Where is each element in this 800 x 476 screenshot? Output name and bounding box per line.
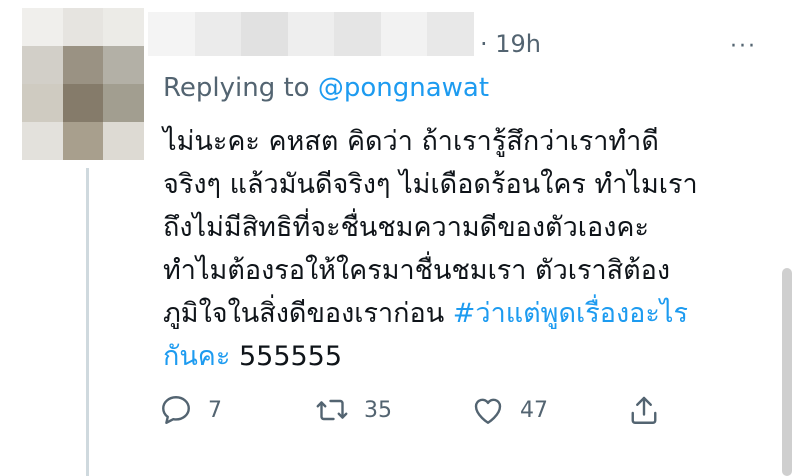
thread-connector-line xyxy=(86,168,89,476)
replying-to-prefix: Replying to xyxy=(163,73,318,103)
hashtag-link[interactable]: #ว่าแต่พูดเรื่องอะไร xyxy=(453,298,688,329)
like-button[interactable]: 47 xyxy=(470,390,548,430)
tweet-text-segment: ภูมิใจในสิ่งดีของเราก่อน xyxy=(163,298,453,329)
like-count: 47 xyxy=(520,397,548,423)
tweet-text-segment: 555555 xyxy=(230,341,343,372)
tweet-text-line: ภูมิใจในสิ่งดีของเราก่อน #ว่าแต่พูดเรื่อ… xyxy=(163,292,763,335)
avatar-blurred[interactable] xyxy=(22,8,144,160)
share-upload-icon xyxy=(631,396,657,424)
tweet-text-line: ทำไมต้องรอให้ใครมาชื่นชมเรา ตัวเราสิต้อง xyxy=(163,255,671,286)
more-options-icon[interactable]: ··· xyxy=(730,34,757,59)
tweet-text: ไม่นะคะ คหสต คิดว่า ถ้าเรารู้สึกว่าเราทำ… xyxy=(163,120,763,378)
hashtag-link-continued[interactable]: กันคะ xyxy=(163,341,230,372)
retweet-icon xyxy=(316,399,348,421)
heart-icon xyxy=(474,398,502,424)
share-button[interactable] xyxy=(626,390,662,430)
tweet-timestamp[interactable]: · 19h xyxy=(480,30,541,58)
retweet-button[interactable]: 35 xyxy=(314,390,392,430)
reply-bubble-icon xyxy=(162,396,190,424)
retweet-count: 35 xyxy=(364,397,392,423)
tweet-text-line: ไม่นะคะ คหสต คิดว่า ถ้าเรารู้สึกว่าเราทำ… xyxy=(163,126,659,157)
tweet-text-line: กันคะ 555555 xyxy=(163,335,763,378)
tweet-text-line: จริงๆ แล้วมันดีจริงๆ ไม่เดือดร้อนใคร ทำไ… xyxy=(163,169,698,200)
replying-to: Replying to @pongnawat xyxy=(163,73,489,103)
tweet-actions-bar: 7 35 47 xyxy=(158,390,678,430)
replying-to-handle-link[interactable]: @pongnawat xyxy=(318,73,489,103)
reply-button[interactable]: 7 xyxy=(158,390,222,430)
reply-count: 7 xyxy=(208,397,222,423)
author-name-blurred[interactable] xyxy=(148,12,475,56)
scrollbar-thumb[interactable] xyxy=(782,268,792,476)
tweet-text-line: ถึงไม่มีสิทธิที่จะชื่นชมความดีของตัวเองค… xyxy=(163,212,649,243)
